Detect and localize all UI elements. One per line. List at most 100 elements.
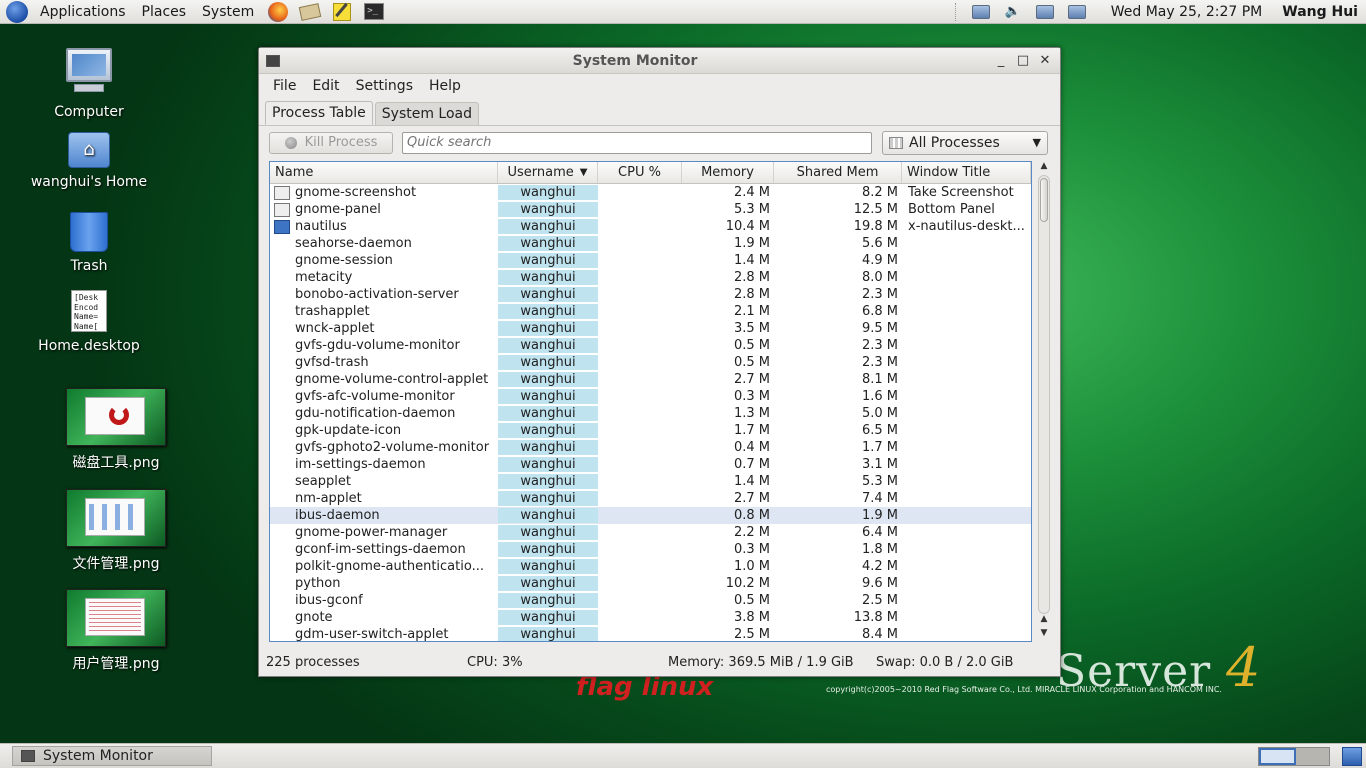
column-header-cpu[interactable]: CPU %: [598, 162, 682, 183]
mail-launcher[interactable]: [298, 1, 322, 23]
scroll-up-icon[interactable]: ▲: [1037, 161, 1051, 175]
table-row[interactable]: python wanghui 10.2 M 9.6 M: [270, 575, 1031, 592]
network-tray-icon[interactable]: [970, 3, 992, 21]
table-row[interactable]: gconf-im-settings-daemon wanghui 0.3 M 1.8 …: [270, 541, 1031, 558]
table-row[interactable]: im-settings-daemon wanghui 0.7 M 3.1 M: [270, 456, 1031, 473]
cell-shared-mem: 9.6 M: [861, 576, 898, 591]
minimize-button[interactable]: _: [990, 53, 1012, 68]
desktop-icon-trash[interactable]: Trash: [29, 212, 149, 274]
menu-places[interactable]: Places: [134, 4, 195, 20]
image-thumbnail-icon: [66, 589, 166, 647]
close-button[interactable]: ✕: [1034, 53, 1056, 68]
table-row[interactable]: gnome-session wanghui 1.4 M 4.9 M: [270, 252, 1031, 269]
process-name: metacity: [295, 270, 353, 285]
process-name: bonobo-activation-server: [295, 287, 459, 302]
process-name: trashapplet: [295, 304, 370, 319]
table-row[interactable]: seapplet wanghui 1.4 M 5.3 M: [270, 473, 1031, 490]
cell-username: wanghui: [498, 491, 598, 506]
scroll-thumb[interactable]: [1040, 178, 1048, 222]
table-row[interactable]: gnome-power-manager wanghui 2.2 M 6.4 M: [270, 524, 1031, 541]
process-name: gvfs-gphoto2-volume-monitor: [295, 440, 490, 455]
cell-shared-mem: 12.5 M: [853, 202, 898, 217]
table-row[interactable]: bonobo-activation-server wanghui 2.8 M 2.3 …: [270, 286, 1031, 303]
vertical-scrollbar[interactable]: ▲ ▲ ▼: [1037, 161, 1051, 642]
maximize-button[interactable]: □: [1012, 53, 1034, 68]
cell-username: wanghui: [498, 253, 598, 268]
window-titlebar[interactable]: System Monitor _ □ ✕: [259, 48, 1060, 74]
table-row[interactable]: gpk-update-icon wanghui 1.7 M 6.5 M: [270, 422, 1031, 439]
table-row[interactable]: metacity wanghui 2.8 M 8.0 M: [270, 269, 1031, 286]
process-name: im-settings-daemon: [295, 457, 426, 472]
notes-launcher[interactable]: [330, 1, 354, 23]
menu-system[interactable]: System: [194, 4, 262, 20]
table-row[interactable]: ibus-gconf wanghui 0.5 M 2.5 M: [270, 592, 1031, 609]
table-row[interactable]: polkit-gnome-authenticatio... wanghui 1.0 …: [270, 558, 1031, 575]
table-row[interactable]: gnome-volume-control-applet wanghui 2.7 M 8…: [270, 371, 1031, 388]
table-row[interactable]: trashapplet wanghui 2.1 M 6.8 M: [270, 303, 1031, 320]
cell-memory: 0.3 M: [733, 389, 770, 404]
table-row[interactable]: gvfs-gdu-volume-monitor wanghui 0.5 M 2.3 M: [270, 337, 1031, 354]
menu-file[interactable]: File: [265, 78, 304, 94]
power-icon[interactable]: [1066, 3, 1088, 21]
table-row[interactable]: gnome-screenshot wanghui 2.4 M 8.2 M Take Sc…: [270, 184, 1031, 201]
window-menu-icon[interactable]: [266, 54, 280, 67]
table-row[interactable]: gdu-notification-daemon wanghui 1.3 M 5.0 M: [270, 405, 1031, 422]
firefox-launcher[interactable]: [266, 1, 290, 23]
volume-icon[interactable]: 🔈: [1002, 3, 1024, 21]
process-icon: [274, 424, 290, 438]
cell-shared-mem: 2.3 M: [861, 338, 898, 353]
column-header-memory[interactable]: Memory: [682, 162, 774, 183]
clock[interactable]: Wed May 25, 2:27 PM: [1111, 4, 1263, 20]
scroll-track[interactable]: [1038, 175, 1050, 614]
column-header-username[interactable]: Username ▼: [498, 162, 598, 183]
menu-settings[interactable]: Settings: [348, 78, 421, 94]
desktop-icon-home[interactable]: ⌂ wanghui's Home: [29, 132, 149, 190]
cell-shared-mem: 6.4 M: [861, 525, 898, 540]
tab-process-table[interactable]: Process Table: [265, 101, 373, 125]
desktop-icon-computer[interactable]: Computer: [29, 48, 149, 120]
distro-logo-icon[interactable]: [6, 0, 28, 23]
workspace-1[interactable]: [1259, 748, 1296, 765]
brand-version: 4: [1226, 636, 1262, 699]
process-filter-select[interactable]: All Processes ▼: [882, 130, 1048, 155]
taskbar-button-system-monitor[interactable]: System Monitor: [12, 746, 212, 766]
kill-process-button[interactable]: Kill Process: [269, 131, 393, 154]
process-table[interactable]: Name Username ▼ CPU % Memory Shared Mem W…: [269, 161, 1032, 642]
desktop-icon-home-desktop[interactable]: [Desk Encod Name= Name[ Home.desktop: [29, 290, 149, 354]
table-row[interactable]: gvfs-afc-volume-monitor wanghui 0.3 M 1.6 M: [270, 388, 1031, 405]
table-row[interactable]: seahorse-daemon wanghui 1.9 M 5.6 M: [270, 235, 1031, 252]
table-row[interactable]: nautilus wanghui 10.4 M 19.8 M x-nautilus-de…: [270, 218, 1031, 235]
column-header-name[interactable]: Name: [270, 162, 498, 183]
network-manager-icon[interactable]: [1034, 3, 1056, 21]
table-row[interactable]: gdm-user-switch-applet wanghui 2.5 M 8.4 M: [270, 626, 1031, 641]
menu-help[interactable]: Help: [421, 78, 469, 94]
user-menu[interactable]: Wang Hui: [1282, 4, 1358, 20]
desktop-icon-user-manager-png[interactable]: 用户管理.png: [56, 589, 176, 673]
table-row[interactable]: nm-applet wanghui 2.7 M 7.4 M: [270, 490, 1031, 507]
menu-edit[interactable]: Edit: [304, 78, 347, 94]
trash-applet-icon[interactable]: [1342, 747, 1362, 766]
table-row[interactable]: gvfs-gphoto2-volume-monitor wanghui 0.4 M 1…: [270, 439, 1031, 456]
desktop-icon-file-manager-png[interactable]: 文件管理.png: [56, 489, 176, 573]
cell-username: wanghui: [498, 525, 598, 540]
image-thumbnail-icon: [66, 388, 166, 446]
column-header-window-title[interactable]: Window Title: [902, 162, 1031, 183]
cell-memory: 0.8 M: [733, 508, 770, 523]
tab-system-load[interactable]: System Load: [374, 102, 480, 125]
cell-username: wanghui: [498, 355, 598, 370]
table-row[interactable]: wnck-applet wanghui 3.5 M 9.5 M: [270, 320, 1031, 337]
process-icon: [274, 339, 290, 353]
table-row[interactable]: gnome-panel wanghui 5.3 M 12.5 M Bottom Pane…: [270, 201, 1031, 218]
quick-search-input[interactable]: [402, 131, 872, 154]
column-header-shared-mem[interactable]: Shared Mem: [774, 162, 902, 183]
scroll-up-lower-icon[interactable]: ▲: [1037, 614, 1051, 628]
workspace-2[interactable]: [1296, 748, 1329, 765]
terminal-launcher[interactable]: >_: [362, 1, 386, 23]
desktop-icon-disk-tool-png[interactable]: 磁盘工具.png: [56, 388, 176, 472]
menu-applications[interactable]: Applications: [32, 4, 134, 20]
workspace-switcher[interactable]: [1258, 747, 1330, 766]
table-row[interactable]: ibus-daemon wanghui 0.8 M 1.9 M: [270, 507, 1031, 524]
table-row[interactable]: gvfsd-trash wanghui 0.5 M 2.3 M: [270, 354, 1031, 371]
scroll-down-icon[interactable]: ▼: [1037, 628, 1051, 642]
table-row[interactable]: gnote wanghui 3.8 M 13.8 M: [270, 609, 1031, 626]
